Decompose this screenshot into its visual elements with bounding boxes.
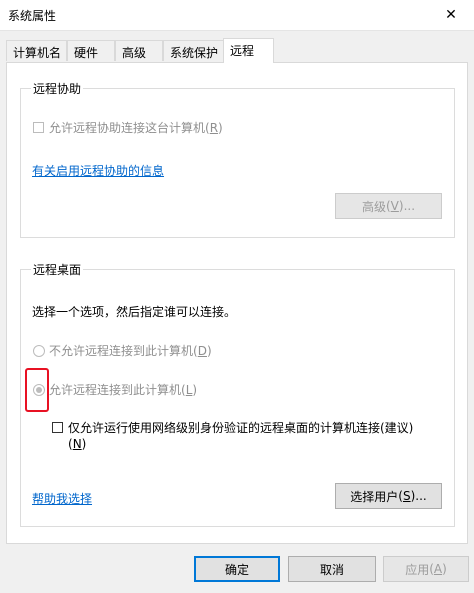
help-me-choose-link[interactable]: 帮助我选择 xyxy=(32,490,92,507)
remote-assistance-advanced-button[interactable]: 高级(V)... xyxy=(335,193,442,219)
cancel-button[interactable]: 取消 xyxy=(288,556,376,582)
remote-desktop-instruction: 选择一个选项，然后指定谁可以连接。 xyxy=(32,305,237,319)
close-button[interactable]: ✕ xyxy=(428,0,474,30)
nla-checkbox[interactable] xyxy=(52,422,63,433)
tab-remote[interactable]: 远程 xyxy=(223,38,274,63)
tab-system-protection[interactable]: 系统保护 xyxy=(163,40,224,61)
remote-assistance-title: 远程协助 xyxy=(31,80,84,97)
nla-row[interactable]: 仅允许运行使用网络级别身份验证的远程桌面的计算机连接(建议) (N) xyxy=(52,420,442,452)
apply-button[interactable]: 应用(A) xyxy=(383,556,469,582)
remote-assistance-info-link[interactable]: 有关启用远程协助的信息 xyxy=(32,162,164,179)
radio-allow-row[interactable]: 允许远程连接到此计算机(L) xyxy=(33,381,197,398)
remote-assistance-group: 远程协助 允许远程协助连接这台计算机(R) 有关启用远程协助的信息 高级(V).… xyxy=(20,80,455,238)
title-bar: 系统属性 ✕ xyxy=(0,0,474,31)
radio-deny[interactable] xyxy=(33,344,45,357)
radio-allow-label: 允许远程连接到此计算机(L) xyxy=(49,383,198,397)
select-users-button[interactable]: 选择用户(S)... xyxy=(335,483,442,509)
radio-deny-label: 不允许远程连接到此计算机(D) xyxy=(49,344,212,358)
remote-desktop-title: 远程桌面 xyxy=(31,261,84,278)
radio-deny-row[interactable]: 不允许远程连接到此计算机(D) xyxy=(33,342,212,359)
highlight-box xyxy=(25,368,49,412)
tab-advanced[interactable]: 高级 xyxy=(115,40,163,61)
close-icon: ✕ xyxy=(445,7,457,23)
allow-remote-assistance-label: 允许远程协助连接这台计算机(R) xyxy=(49,121,223,135)
window-title: 系统属性 xyxy=(8,9,57,23)
allow-remote-assistance-row[interactable]: 允许远程协助连接这台计算机(R) xyxy=(33,119,223,136)
nla-label: 仅允许运行使用网络级别身份验证的远程桌面的计算机连接(建议) (N) xyxy=(68,421,414,451)
remote-desktop-group: 远程桌面 选择一个选项，然后指定谁可以连接。 不允许远程连接到此计算机(D) 允… xyxy=(20,261,455,527)
tab-panel-remote: 远程协助 允许远程协助连接这台计算机(R) 有关启用远程协助的信息 高级(V).… xyxy=(6,62,468,544)
allow-remote-assistance-checkbox[interactable] xyxy=(33,122,44,133)
ok-button[interactable]: 确定 xyxy=(194,556,280,582)
tab-computer-name[interactable]: 计算机名 xyxy=(6,40,67,61)
tab-hardware[interactable]: 硬件 xyxy=(67,40,115,61)
